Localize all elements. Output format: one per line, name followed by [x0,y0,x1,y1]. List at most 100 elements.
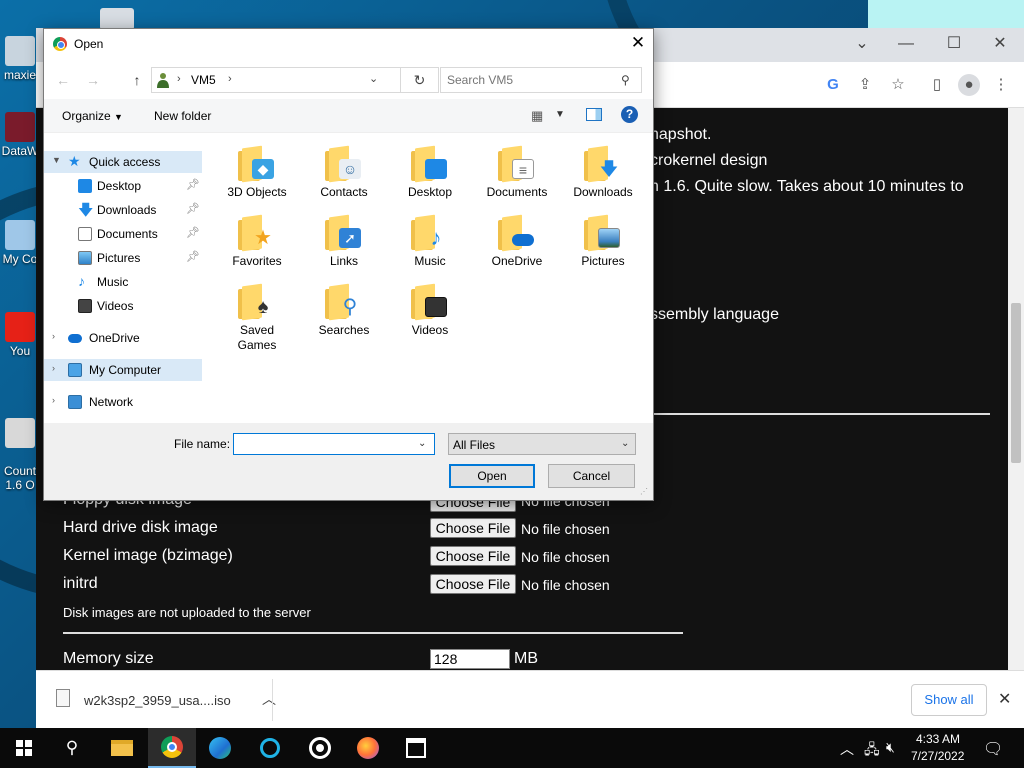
app-taskbar-button[interactable] [296,728,344,768]
nav-item-onedrive[interactable]: › OneDrive [44,327,202,349]
download-item[interactable]: w2k3sp2_3959_usa....iso ︿ [56,687,276,713]
open-button[interactable]: Open [449,464,535,488]
search-taskbar-button[interactable]: ⚲ [48,728,96,768]
expand-chevron-icon[interactable]: › [52,331,55,341]
nav-item-my-computer[interactable]: › My Computer [44,359,202,381]
folder-desktop[interactable]: Desktop [389,141,471,209]
nav-item-videos[interactable]: Videos [44,295,202,317]
cancel-button[interactable]: Cancel [548,464,635,488]
volume-muted-icon[interactable]: 🔇︎ [886,739,895,756]
resize-grip-icon[interactable]: ⋰ [640,487,648,496]
search-input[interactable] [447,73,617,87]
nav-item-network[interactable]: › Network [44,391,202,413]
edge-taskbar-button[interactable] [196,728,244,768]
file-name-input[interactable]: ⌄ [233,433,435,455]
clock-time[interactable]: 4:33 AM [916,732,960,746]
search-icon[interactable]: ⚲ [621,73,630,87]
folder-onedrive[interactable]: OneDrive [476,210,558,278]
folder-name: Searches [318,323,370,337]
nav-item-documents[interactable]: Documents 📌︎ [44,223,202,245]
up-arrow-icon[interactable]: ↑ [128,71,146,89]
folder-3d-objects[interactable]: ◆ 3D Objects [216,141,298,209]
chevron-down-icon[interactable]: ⌄ [621,438,629,449]
address-dropdown-icon[interactable]: ⌄ [369,72,378,85]
scrollbar-thumb[interactable] [1011,303,1021,463]
folder-favorites[interactable]: ★ Favorites [216,210,298,278]
desktop-icon-youtube[interactable]: You [0,312,40,358]
kernel-choose-button[interactable]: Choose File [430,546,516,566]
close-icon[interactable]: ✕ [998,689,1011,709]
nav-item-downloads[interactable]: 🡇 Downloads 📌︎ [44,199,202,221]
folder-music[interactable]: ♪ Music [389,210,471,278]
page-text: n 1.6. Quite slow. Takes about 10 minute… [650,178,964,195]
show-all-button[interactable]: Show all [911,684,987,716]
search-box[interactable]: ⚲ [440,67,642,93]
start-button[interactable] [0,728,48,768]
breadcrumb-separator-icon[interactable]: › [177,73,181,85]
preview-pane-icon[interactable] [586,108,602,121]
nav-item-music[interactable]: ♪ Music [44,271,202,293]
nav-item-desktop[interactable]: Desktop 📌︎ [44,175,202,197]
bookmark-star-icon[interactable]: ☆ [887,74,909,96]
address-bar[interactable]: › VM5 › ⌄ ↻ [151,67,439,93]
memory-size-input[interactable]: 128 [430,649,510,669]
network-tray-icon[interactable]: 🖧︎ [864,739,880,763]
cortana-taskbar-button[interactable] [246,728,294,768]
chevron-down-icon[interactable]: ⌄ [418,438,426,449]
initrd-choose-button[interactable]: Choose File [430,574,516,594]
address-breadcrumb[interactable]: VM5 [191,73,216,87]
back-arrow-icon[interactable]: ← [54,71,72,89]
desktop-icon-my-computer[interactable]: My Co [0,220,40,266]
nav-item-quick-access[interactable]: ▼ ★ Quick access [44,151,202,173]
firefox-taskbar-button[interactable] [344,728,392,768]
expand-chevron-icon[interactable]: › [52,363,55,373]
tray-chevron-up-icon[interactable]: ︿ [840,739,854,759]
file-type-select[interactable]: All Files ⌄ [448,433,636,455]
side-panel-icon[interactable]: ▯ [926,74,948,96]
share-icon[interactable]: ⇪ [854,74,876,96]
breadcrumb-separator-icon[interactable]: › [228,73,232,85]
help-icon[interactable]: ? [621,106,638,123]
forward-arrow-icon[interactable]: → [84,71,102,89]
calendar-taskbar-button[interactable] [392,728,440,768]
folder-pictures[interactable]: Pictures [562,210,644,278]
expand-chevron-icon[interactable]: ▼ [52,155,61,165]
menu-kebab-icon[interactable]: ⋮ [990,74,1012,96]
folder-contacts[interactable]: ☺ Contacts [303,141,385,209]
file-explorer-button[interactable] [98,728,146,768]
view-dropdown-icon[interactable]: ▼ [555,109,565,120]
recycle-bin-icon[interactable] [100,8,134,30]
dialog-close-icon[interactable]: ✕ [628,33,648,53]
chrome-taskbar-button[interactable] [148,728,196,768]
desktop-icon-dataw[interactable]: DataW [0,112,40,158]
folder-links[interactable]: ➚ Links [303,210,385,278]
desktop-icon-counter-strike[interactable]: Count 1.6 O [0,404,40,492]
hard-drive-choose-button[interactable]: Choose File [430,518,516,538]
shortcut-icon [5,112,35,142]
minimize-icon[interactable]: — [896,34,916,54]
close-window-icon[interactable]: ✕ [990,34,1010,54]
tab-search-icon[interactable]: ⌄ [852,34,872,54]
folder-downloads[interactable]: 🡇 Downloads [562,141,644,209]
maximize-icon[interactable]: ☐ [944,34,964,54]
clock-date[interactable]: 7/27/2022 [911,749,964,763]
notification-icon[interactable]: 🗨︎ [983,739,1003,759]
pin-icon: 📌︎ [186,179,200,191]
folder-documents[interactable]: ≡ Documents [476,141,558,209]
google-icon[interactable]: G [822,74,844,96]
chevron-up-icon[interactable]: ︿ [262,689,276,709]
nav-item-pictures[interactable]: Pictures 📌︎ [44,247,202,269]
folder-videos[interactable]: Videos [389,279,471,347]
expand-chevron-icon[interactable]: › [52,395,55,405]
new-folder-button[interactable]: New folder [154,109,211,123]
view-grid-icon[interactable]: ▦ [531,108,543,124]
folder-searches[interactable]: ⚲ Searches [303,279,385,347]
refresh-icon[interactable]: ↻ [400,68,438,92]
contact-card-icon: ☺ [339,159,361,179]
dialog-titlebar[interactable]: Open ✕ [44,29,653,59]
desktop-icon-maxie[interactable]: maxie [0,36,40,82]
folder-saved-games[interactable]: ♠ Saved Games [216,279,298,352]
page-scrollbar[interactable] [1008,108,1024,670]
profile-avatar-icon[interactable]: ● [958,74,980,96]
organize-button[interactable]: Organize ▼ [62,109,123,123]
